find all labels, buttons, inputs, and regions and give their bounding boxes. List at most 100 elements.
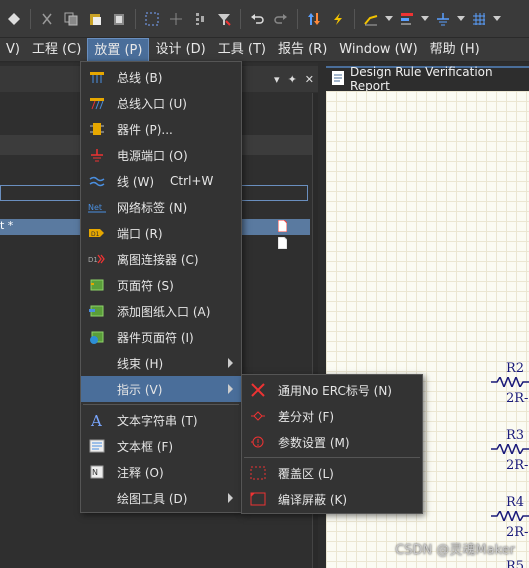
menu-item-no-erc[interactable]: 通用No ERC标号 (N) bbox=[242, 377, 422, 403]
svg-text:N: N bbox=[92, 468, 98, 477]
menu-separator bbox=[83, 404, 239, 405]
port-icon: D1 bbox=[83, 226, 111, 240]
toolbar-separator bbox=[354, 8, 355, 29]
menu-item-off-sheet-connector[interactable]: D1 离图连接器 (C) bbox=[81, 246, 241, 272]
undo-icon[interactable] bbox=[247, 9, 267, 29]
menu-bar: V) 工程 (C) 放置 (P) 设计 (D) 工具 (T) 报告 (R) Wi… bbox=[0, 37, 529, 62]
menu-separator bbox=[244, 457, 420, 458]
svg-text:Net: Net bbox=[88, 203, 102, 212]
submenu-arrow-icon bbox=[228, 384, 233, 394]
resistor-designator[interactable]: R4 bbox=[506, 495, 524, 510]
menu-item-sheet-symbol[interactable]: 页面符 (S) bbox=[81, 272, 241, 298]
menu-item-bus-entry[interactable]: 总线入口 (U) bbox=[81, 90, 241, 116]
menu-item-text-frame[interactable]: 文本框 (F) bbox=[81, 433, 241, 459]
menu-help[interactable]: 帮助 (H) bbox=[424, 38, 486, 62]
menu-item-add-sheet-entry[interactable]: 添加图纸入口 (A) bbox=[81, 298, 241, 324]
menu-item-part[interactable]: 器件 (P)... bbox=[81, 116, 241, 142]
dropdown-arrow-icon[interactable] bbox=[457, 9, 465, 29]
menu-item-compile-mask[interactable]: 编译屏蔽 (K) bbox=[242, 486, 422, 512]
redo-icon[interactable] bbox=[271, 9, 291, 29]
svg-text:D1: D1 bbox=[91, 231, 100, 238]
select-area-icon[interactable] bbox=[142, 9, 162, 29]
menu-item-text-string[interactable]: A 文本字符串 (T) bbox=[81, 407, 241, 433]
menu-item-wire[interactable]: 线 (W) Ctrl+W bbox=[81, 168, 241, 194]
menu-item-port[interactable]: D1 端口 (R) bbox=[81, 220, 241, 246]
resistor-designator[interactable]: R2 bbox=[506, 361, 524, 376]
toolbar-separator bbox=[240, 8, 241, 29]
resistor-value[interactable]: 2R- bbox=[506, 458, 528, 473]
place-menu-dropdown: 总线 (B) 总线入口 (U) 器件 (P)... 电源端口 (O) 线 (W)… bbox=[80, 61, 242, 513]
toolbar-separator bbox=[135, 8, 136, 29]
menu-item-directives[interactable]: 指示 (V) bbox=[81, 376, 241, 402]
diff-pair-icon bbox=[244, 409, 272, 423]
menu-item-bus[interactable]: 总线 (B) bbox=[81, 64, 241, 90]
dropdown-arrow-icon[interactable] bbox=[493, 9, 501, 29]
part-icon bbox=[83, 122, 111, 136]
toolbar-separator bbox=[30, 8, 31, 29]
resistor-designator[interactable]: R5 bbox=[506, 559, 524, 568]
menu-item-parameter-set[interactable]: 参数设置 (M) bbox=[242, 429, 422, 455]
dropdown-arrow-icon[interactable] bbox=[385, 9, 393, 29]
hierarchy-up-down-icon[interactable] bbox=[304, 9, 324, 29]
resistor-value[interactable]: 2R- bbox=[506, 525, 528, 540]
note-icon: N bbox=[83, 465, 111, 479]
rubber-stamp-icon[interactable] bbox=[109, 9, 129, 29]
resistor-symbol[interactable] bbox=[491, 444, 529, 454]
resistor-value[interactable]: 2R- bbox=[506, 391, 528, 406]
watermark: CSDN @灵魂Maker bbox=[395, 543, 515, 558]
resistor-symbol[interactable] bbox=[491, 377, 529, 387]
tab-design-rule-report[interactable]: Design Rule Verification Report bbox=[326, 65, 529, 93]
clear-filter-icon[interactable] bbox=[214, 9, 234, 29]
menu-design[interactable]: 设计 (D) bbox=[149, 38, 211, 62]
power-port-icon bbox=[83, 148, 111, 162]
no-erc-icon bbox=[244, 383, 272, 397]
copy-icon[interactable] bbox=[61, 9, 81, 29]
compile-mask-icon bbox=[244, 492, 272, 506]
menu-item-drawing-tools[interactable]: 绘图工具 (D) bbox=[81, 485, 241, 511]
report-icon bbox=[332, 70, 344, 88]
text-frame-icon bbox=[83, 439, 111, 453]
document-name: t * bbox=[0, 219, 14, 232]
menu-item-blanket[interactable]: 覆盖区 (L) bbox=[242, 460, 422, 486]
toolbar-separator bbox=[297, 8, 298, 29]
bus-icon bbox=[83, 70, 111, 84]
close-icon[interactable]: ✕ bbox=[305, 73, 314, 86]
menu-reports[interactable]: 报告 (R) bbox=[272, 38, 333, 62]
submenu-arrow-icon bbox=[228, 358, 233, 368]
panel-menu-icon[interactable]: ▾ bbox=[274, 73, 280, 86]
ground-port-icon[interactable] bbox=[433, 9, 453, 29]
menu-window[interactable]: Window (W) bbox=[333, 38, 423, 62]
place-wire-icon[interactable] bbox=[361, 9, 381, 29]
pin-icon[interactable]: ✦ bbox=[288, 73, 297, 86]
align-icon[interactable] bbox=[190, 9, 210, 29]
document-icon bbox=[277, 236, 288, 252]
resistor-symbol[interactable] bbox=[491, 511, 529, 521]
menu-item-harness[interactable]: 线束 (H) bbox=[81, 350, 241, 376]
svg-text:A: A bbox=[90, 412, 102, 428]
dropdown-arrow-icon[interactable] bbox=[421, 9, 429, 29]
parameter-set-icon bbox=[244, 435, 272, 449]
net-label-icon: Net bbox=[83, 200, 111, 214]
menu-view[interactable]: V) bbox=[0, 38, 26, 62]
menu-item-diff-pair[interactable]: 差分对 (F) bbox=[242, 403, 422, 429]
align-objects-icon[interactable] bbox=[397, 9, 417, 29]
tab-label: Design Rule Verification Report bbox=[350, 65, 493, 93]
move-icon[interactable] bbox=[166, 9, 186, 29]
resistor-designator[interactable]: R3 bbox=[506, 428, 524, 443]
cross-probe-icon[interactable] bbox=[328, 9, 348, 29]
cut-icon[interactable] bbox=[37, 9, 57, 29]
menu-project[interactable]: 工程 (C) bbox=[26, 38, 87, 62]
menu-place[interactable]: 放置 (P) bbox=[87, 37, 150, 62]
sheet-symbol-icon bbox=[83, 278, 111, 292]
grid-icon[interactable] bbox=[469, 9, 489, 29]
blanket-icon bbox=[244, 466, 272, 480]
menu-item-power-port[interactable]: 电源端口 (O) bbox=[81, 142, 241, 168]
menu-item-note[interactable]: N 注释 (O) bbox=[81, 459, 241, 485]
menu-item-device-sheet-symbol[interactable]: 器件页面符 (I) bbox=[81, 324, 241, 350]
menu-item-net-label[interactable]: Net 网络标签 (N) bbox=[81, 194, 241, 220]
diamond-tool-icon[interactable] bbox=[4, 9, 24, 29]
off-sheet-connector-icon: D1 bbox=[83, 252, 111, 266]
document-modified-icon bbox=[277, 219, 288, 235]
paste-icon[interactable] bbox=[85, 9, 105, 29]
menu-tools[interactable]: 工具 (T) bbox=[212, 38, 272, 62]
